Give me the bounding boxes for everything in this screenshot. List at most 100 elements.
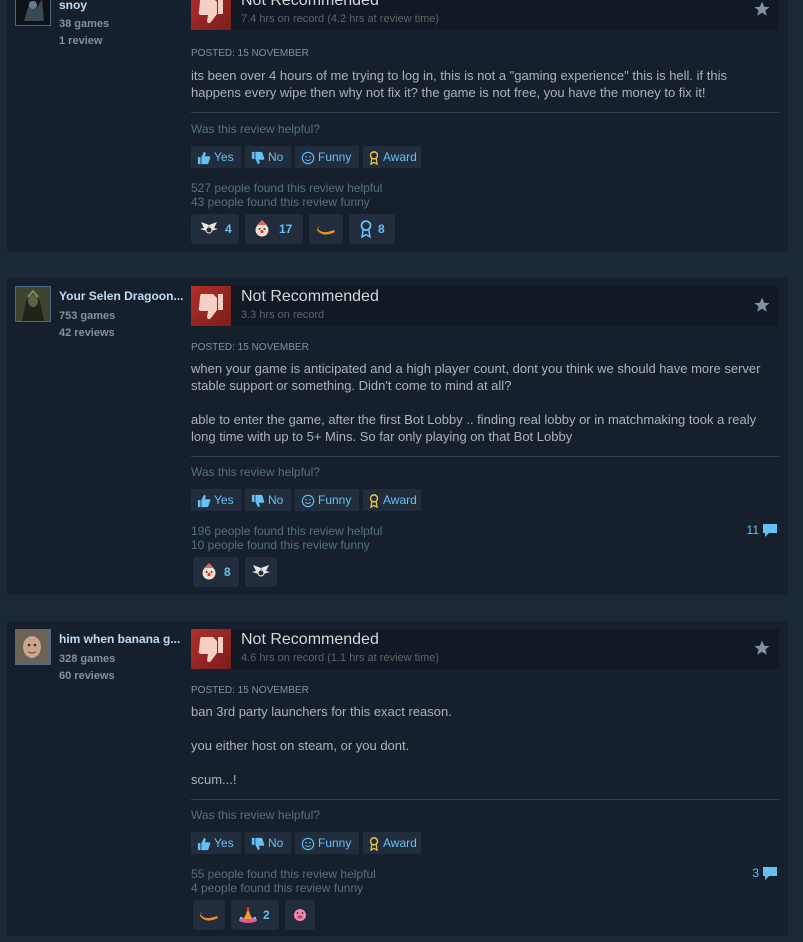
hours-on-record: 7.4 hrs on record (4.2 hrs at review tim… [241, 13, 440, 25]
comment-count: 11 [746, 523, 759, 537]
clown-face-icon [255, 220, 269, 237]
award-button[interactable]: Award [363, 146, 421, 168]
party-hat-icon [239, 907, 257, 923]
smile-icon [301, 494, 315, 508]
thumbs-down-icon [191, 0, 231, 30]
banana-icon [200, 912, 218, 921]
star-icon[interactable] [753, 0, 771, 18]
yes-label: Yes [214, 836, 234, 850]
award-count: 8 [224, 565, 231, 579]
comment-bubble-icon [763, 524, 777, 538]
award-button[interactable]: Award [363, 832, 421, 854]
thumbs-down-small-icon [251, 151, 265, 164]
funny-button[interactable]: Funny [295, 832, 359, 854]
helpful-question: Was this review helpful? [191, 122, 320, 136]
helpful-count: 527 people found this review helpful [191, 181, 383, 195]
author-reviews[interactable]: 60 reviews [59, 670, 115, 682]
thumbs-up-icon [197, 837, 211, 850]
award-banana[interactable] [309, 214, 343, 244]
banana-icon [317, 226, 335, 235]
no-button[interactable]: No [245, 832, 291, 854]
recommendation-header[interactable]: Not Recommended 7.4 hrs on record (4.2 h… [191, 0, 779, 30]
funny-button[interactable]: Funny [295, 489, 359, 511]
funny-label: Funny [318, 493, 352, 507]
review-paragraph: you either host on steam, or you dont. [191, 738, 410, 753]
recommendation-header[interactable]: Not Recommended 4.6 hrs on record (1.1 h… [191, 629, 779, 669]
helpful-count: 55 people found this review helpful [191, 867, 376, 881]
star-icon[interactable] [753, 296, 771, 314]
divider [191, 456, 779, 457]
no-button[interactable]: No [245, 146, 291, 168]
no-label: No [268, 493, 284, 507]
author-name[interactable]: him when banana g... [59, 632, 189, 646]
review-text: ban 3rd party launchers for this exact r… [191, 703, 771, 805]
award-ribbon[interactable]: 8 [349, 214, 395, 244]
award-pig[interactable] [285, 900, 315, 930]
helpful-count: 196 people found this review helpful [191, 524, 383, 538]
award-ribbon-icon [369, 494, 379, 509]
award-count: 4 [225, 222, 232, 236]
funny-count: 43 people found this review funny [191, 195, 370, 209]
funny-count: 10 people found this review funny [191, 538, 370, 552]
award-count: 17 [279, 222, 293, 236]
thumbs-down-icon [191, 286, 231, 326]
author-reviews[interactable]: 1 review [59, 35, 102, 47]
posted-date: Posted: 15 November [191, 342, 309, 353]
thumbs-down-small-icon [251, 837, 265, 850]
review-paragraph: ban 3rd party launchers for this exact r… [191, 704, 452, 719]
funny-button[interactable]: Funny [295, 146, 359, 168]
winged-badge-icon [200, 222, 218, 234]
award-clown[interactable]: 8 [193, 557, 239, 587]
yes-button[interactable]: Yes [191, 146, 241, 168]
smile-icon [301, 837, 315, 851]
award-winged-badge[interactable] [245, 557, 277, 587]
ribbon-award-icon [360, 220, 372, 238]
review-card: Your Selen Dragoon... 753 games 42 revie… [7, 278, 788, 595]
author-games[interactable]: 753 games [59, 310, 115, 322]
funny-label: Funny [318, 150, 352, 164]
author-games[interactable]: 328 games [59, 653, 115, 665]
recommendation-title: Not Recommended [241, 288, 379, 305]
avatar[interactable] [15, 0, 51, 26]
comments-link[interactable]: 3 [752, 866, 778, 881]
author-reviews[interactable]: 42 reviews [59, 327, 115, 339]
smile-icon [301, 151, 315, 165]
recommendation-title: Not Recommended [241, 631, 379, 648]
vote-counts: 527 people found this review helpful 43 … [191, 181, 382, 209]
no-button[interactable]: No [245, 489, 291, 511]
yes-label: Yes [214, 493, 234, 507]
helpful-question: Was this review helpful? [191, 808, 320, 822]
divider [191, 799, 779, 800]
award-winged-badge[interactable]: 4 [191, 214, 239, 244]
author-name[interactable]: Your Selen Dragoon... [59, 289, 189, 303]
avatar[interactable] [15, 629, 51, 665]
winged-badge-icon [252, 565, 270, 577]
helpful-question: Was this review helpful? [191, 465, 320, 479]
avatar[interactable] [15, 286, 51, 322]
review-paragraph: its been over 4 hours of me trying to lo… [191, 68, 727, 100]
author-games[interactable]: 38 games [59, 18, 109, 30]
comments-link[interactable]: 11 [747, 523, 778, 538]
vote-counts: 55 people found this review helpful 4 pe… [191, 867, 376, 895]
review-paragraph: able to enter the game, after the first … [191, 412, 757, 444]
yes-button[interactable]: Yes [191, 832, 241, 854]
award-party-hat[interactable]: 2 [231, 900, 279, 930]
star-icon[interactable] [753, 639, 771, 657]
award-clown[interactable]: 17 [245, 214, 303, 244]
divider [191, 112, 779, 113]
clown-face-icon [202, 563, 216, 580]
yes-button[interactable]: Yes [191, 489, 241, 511]
thumbs-up-icon [197, 494, 211, 507]
recommendation-header[interactable]: Not Recommended 3.3 hrs on record [191, 286, 779, 326]
posted-date: Posted: 15 November [191, 48, 309, 59]
award-button[interactable]: Award [363, 489, 421, 511]
award-banana[interactable] [193, 900, 225, 930]
comment-count: 3 [752, 866, 759, 880]
hours-on-record: 4.6 hrs on record (1.1 hrs at review tim… [241, 652, 440, 664]
posted-date: Posted: 15 November [191, 685, 309, 696]
review-card: snoy 38 games 1 review Not Recommended 7… [7, 0, 788, 252]
award-ribbon-icon [369, 837, 379, 852]
comment-bubble-icon [763, 867, 777, 881]
author-name[interactable]: snoy [59, 0, 189, 12]
recommendation-title: Not Recommended [241, 0, 379, 9]
